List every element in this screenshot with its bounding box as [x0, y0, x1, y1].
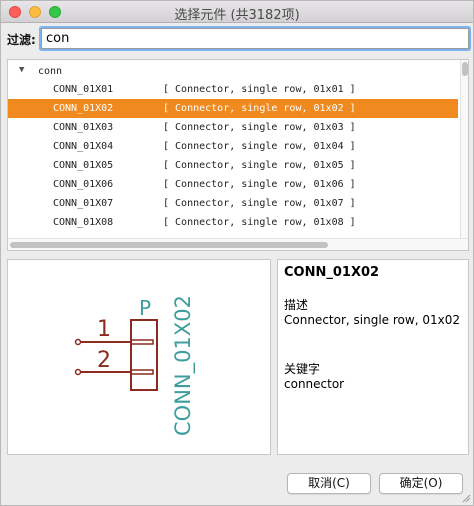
cancel-button[interactable]: 取消(C)	[287, 473, 371, 494]
value-label: CONN_01X02	[171, 295, 196, 436]
tree-group-conn[interactable]: ▼ conn	[8, 62, 458, 80]
component-chooser-window: 选择元件 (共3182项) 过滤: ▼ conn CONN_01X01 [ Co…	[0, 0, 474, 506]
row-desc: [ Connector, single row, 01x03 ]	[163, 122, 356, 133]
row-desc: [ Connector, single row, 01x05 ]	[163, 160, 356, 171]
info-component-name: CONN_01X02	[284, 265, 380, 280]
pin2-contact	[130, 369, 154, 375]
row-desc: [ Connector, single row, 01x04 ]	[163, 141, 356, 152]
filter-row: 过滤:	[5, 27, 471, 51]
description-label: 描述	[284, 298, 309, 312]
row-name: CONN_01X02	[53, 103, 114, 114]
row-name: CONN_01X06	[53, 179, 114, 190]
vertical-scroll-thumb[interactable]	[462, 62, 468, 76]
symbol-body	[130, 319, 158, 391]
keywords-text: connector	[284, 377, 345, 391]
tree-row[interactable]: CONN_01X04 [ Connector, single row, 01x0…	[8, 137, 458, 156]
title-bar: 选择元件 (共3182项)	[1, 1, 473, 23]
resize-grip-icon[interactable]	[461, 493, 471, 503]
row-desc: [ Connector, single row, 01x08 ]	[163, 217, 356, 228]
component-tree[interactable]: ▼ conn CONN_01X01 [ Connector, single ro…	[7, 59, 469, 251]
ref-label: P	[139, 296, 151, 320]
tree-row-selected[interactable]: CONN_01X02 [ Connector, single row, 01x0…	[8, 99, 458, 118]
pin1-number: 1	[97, 317, 111, 342]
row-name: CONN_01X03	[53, 122, 114, 133]
keywords-label: 关键字	[284, 362, 321, 376]
connector-symbol: 1 2 P CONN_01X02	[74, 295, 196, 436]
row-desc: [ Connector, single row, 01x06 ]	[163, 179, 356, 190]
row-desc: [ Connector, single row, 01x07 ]	[163, 198, 356, 209]
tree-row[interactable]: CONN_01X01 [ Connector, single row, 01x0…	[8, 80, 458, 99]
ok-button[interactable]: 确定(O)	[379, 473, 463, 494]
pin2-number: 2	[97, 348, 111, 373]
row-desc: [ Connector, single row, 01x02 ]	[163, 103, 356, 114]
tree-row[interactable]: CONN_01X08 [ Connector, single row, 01x0…	[8, 213, 458, 232]
row-desc: [ Connector, single row, 01x01 ]	[163, 84, 356, 95]
horizontal-scroll-thumb[interactable]	[10, 242, 328, 248]
row-name: CONN_01X05	[53, 160, 114, 171]
tree-row[interactable]: CONN_01X05 [ Connector, single row, 01x0…	[8, 156, 458, 175]
tree-row[interactable]: CONN_01X06 [ Connector, single row, 01x0…	[8, 175, 458, 194]
window-title: 选择元件 (共3182项)	[174, 8, 300, 23]
row-name: CONN_01X08	[53, 217, 114, 228]
horizontal-scrollbar[interactable]	[8, 238, 468, 250]
row-name: CONN_01X01	[53, 84, 114, 95]
symbol-preview: 1 2 P CONN_01X02	[7, 259, 271, 455]
pin1-end	[74, 338, 82, 346]
component-info-panel: CONN_01X02 描述 Connector, single row, 01x…	[277, 259, 469, 455]
group-name: conn	[38, 66, 63, 77]
expand-arrow-icon[interactable]: ▼	[19, 65, 24, 75]
vertical-scrollbar[interactable]	[460, 60, 468, 238]
filter-label: 过滤:	[7, 33, 36, 47]
tree-row[interactable]: CONN_01X07 [ Connector, single row, 01x0…	[8, 194, 458, 213]
row-name: CONN_01X07	[53, 198, 114, 209]
tree-row[interactable]: CONN_01X03 [ Connector, single row, 01x0…	[8, 118, 458, 137]
filter-input[interactable]	[41, 28, 469, 49]
row-name: CONN_01X04	[53, 141, 114, 152]
pin1-contact	[130, 339, 154, 345]
description-text: Connector, single row, 01x02	[284, 313, 460, 327]
pin2-end	[74, 368, 82, 376]
